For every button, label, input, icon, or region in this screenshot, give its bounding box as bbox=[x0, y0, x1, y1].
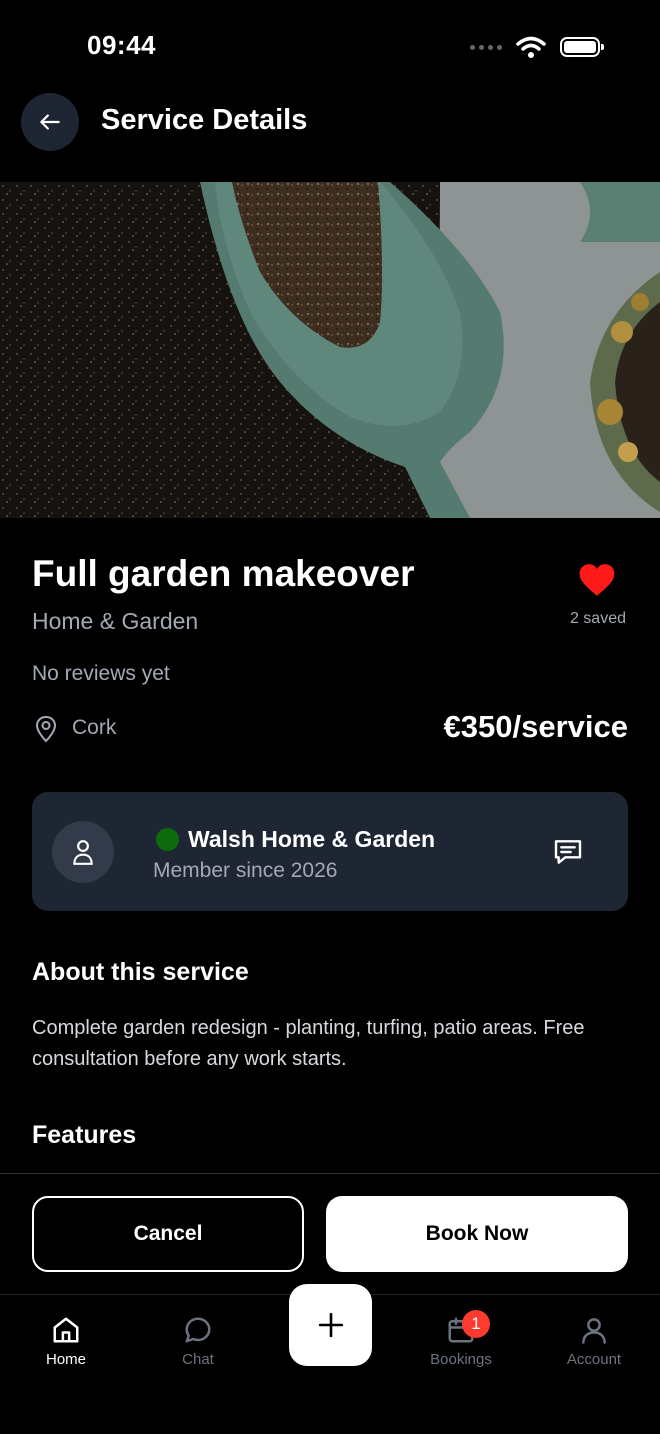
provider-member-since: Member since 2026 bbox=[153, 859, 338, 882]
nav-item-account[interactable]: Account bbox=[544, 1315, 644, 1368]
status-icons bbox=[470, 36, 604, 58]
arrow-left-icon bbox=[40, 114, 60, 130]
nav-label-bookings: Bookings bbox=[430, 1351, 492, 1368]
home-icon bbox=[53, 1317, 79, 1343]
battery-icon bbox=[560, 37, 604, 57]
message-provider-button[interactable] bbox=[551, 836, 585, 873]
saved-count: 2 saved bbox=[569, 610, 626, 627]
heart-icon bbox=[579, 564, 615, 596]
about-description: Complete garden redesign - planting, tur… bbox=[32, 1017, 585, 1070]
service-price: €350/service bbox=[443, 709, 628, 744]
cancel-button[interactable]: Cancel bbox=[32, 1196, 304, 1272]
provider-card[interactable]: Walsh Home & Garden Member since 2026 bbox=[32, 792, 628, 911]
bookings-badge: 1 bbox=[462, 1310, 490, 1338]
page-title: Service Details bbox=[101, 104, 308, 136]
nav-label-home: Home bbox=[45, 1351, 86, 1368]
provider-name: Walsh Home & Garden bbox=[188, 826, 436, 852]
user-icon bbox=[73, 840, 93, 865]
provider-avatar bbox=[52, 821, 114, 883]
chat-icon bbox=[185, 1317, 211, 1343]
location-pin-icon bbox=[34, 715, 58, 748]
location-text: Cork bbox=[72, 716, 117, 739]
add-button[interactable] bbox=[289, 1284, 372, 1366]
nav-item-home[interactable]: Home bbox=[16, 1315, 116, 1368]
book-now-button[interactable]: Book Now bbox=[326, 1196, 628, 1272]
back-button[interactable] bbox=[21, 93, 79, 151]
nav-item-chat[interactable]: Chat bbox=[148, 1315, 248, 1368]
nav-label-chat: Chat bbox=[182, 1351, 214, 1368]
nav-item-bookings[interactable]: Bookings bbox=[411, 1315, 511, 1368]
signal-icon bbox=[470, 44, 502, 50]
online-status-dot bbox=[156, 828, 179, 851]
divider bbox=[0, 1173, 660, 1174]
plus-icon bbox=[318, 1312, 343, 1338]
service-title: Full garden makeover bbox=[32, 553, 415, 594]
favorite-button[interactable] bbox=[578, 562, 616, 598]
wifi-icon bbox=[516, 36, 546, 58]
about-heading: About this service bbox=[32, 958, 249, 986]
service-category: Home & Garden bbox=[32, 608, 199, 634]
service-hero-image bbox=[0, 182, 660, 518]
status-time: 09:44 bbox=[87, 30, 156, 60]
message-icon bbox=[554, 840, 582, 864]
features-heading: Features bbox=[32, 1121, 137, 1149]
nav-label-account: Account bbox=[566, 1351, 622, 1368]
reviews-text: No reviews yet bbox=[32, 662, 170, 685]
user-icon bbox=[582, 1318, 606, 1344]
